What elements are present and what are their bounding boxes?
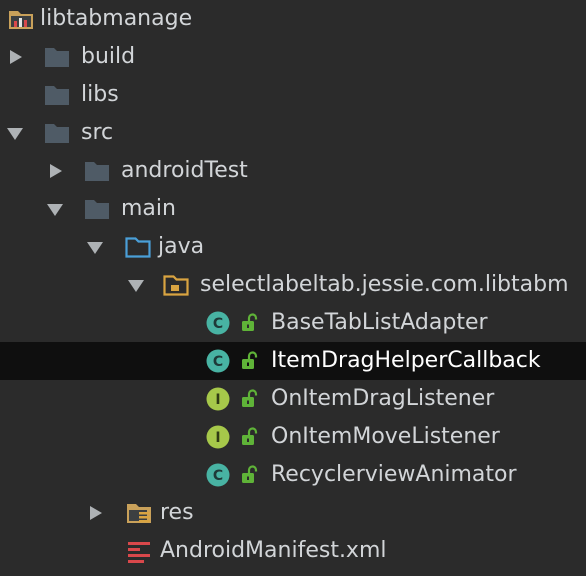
source-folder-icon <box>125 237 151 258</box>
folder-icon <box>85 162 109 181</box>
tree-row-class[interactable]: C RecyclerviewAnimator <box>0 456 586 494</box>
tree-row-libs[interactable]: libs <box>0 76 586 114</box>
module-folder-icon <box>9 11 33 29</box>
tree-row-class[interactable]: C BaseTabListAdapter <box>0 304 586 342</box>
tree-row-androidtest[interactable]: androidTest <box>0 152 586 190</box>
tree-row-main[interactable]: main <box>0 190 586 228</box>
unlock-icon <box>242 313 258 331</box>
chevron-right-icon[interactable] <box>47 163 65 179</box>
resources-folder-icon <box>127 504 151 523</box>
chevron-down-icon[interactable] <box>127 277 145 293</box>
class-icon: C <box>206 311 230 335</box>
tree-label: build <box>81 44 136 69</box>
svg-text:C: C <box>213 316 223 332</box>
svg-text:I: I <box>215 392 220 408</box>
folder-icon <box>85 200 109 219</box>
tree-label: src <box>81 120 114 145</box>
chevron-right-icon[interactable] <box>87 505 105 521</box>
tree-row-java[interactable]: java <box>0 228 586 266</box>
manifest-icon <box>128 542 150 563</box>
tree-label: res <box>160 500 194 525</box>
class-icon: C <box>206 463 230 487</box>
tree-row-interface[interactable]: I OnItemMoveListener <box>0 418 586 456</box>
tree-row-package[interactable]: selectlabeltab.jessie.com.libtabm <box>0 266 586 304</box>
svg-text:C: C <box>213 354 223 370</box>
unlock-icon <box>242 465 258 483</box>
tree-label: BaseTabListAdapter <box>271 310 488 335</box>
tree-label: OnItemMoveListener <box>271 424 500 449</box>
unlock-icon <box>242 351 258 369</box>
tree-label: ItemDragHelperCallback <box>271 348 541 373</box>
tree-label: java <box>158 234 205 259</box>
chevron-down-icon[interactable] <box>46 201 64 217</box>
tree-row-res[interactable]: res <box>0 494 586 532</box>
svg-text:C: C <box>213 468 223 484</box>
chevron-down-icon[interactable] <box>6 125 24 141</box>
chevron-right-icon[interactable] <box>7 49 25 65</box>
class-icon: C <box>206 349 230 373</box>
unlock-icon <box>242 389 258 407</box>
folder-icon <box>45 124 69 143</box>
tree-row-interface[interactable]: I OnItemDragListener <box>0 380 586 418</box>
tree-row-class-selected[interactable]: C ItemDragHelperCallback <box>0 342 586 380</box>
chevron-down-icon[interactable] <box>86 239 104 255</box>
tree-row-build[interactable]: build <box>0 38 586 76</box>
tree-label: libs <box>81 82 119 107</box>
svg-text:I: I <box>215 430 220 446</box>
folder-icon <box>45 86 69 105</box>
interface-icon: I <box>206 425 230 449</box>
tree-label: OnItemDragListener <box>271 386 495 411</box>
folder-icon <box>45 48 69 67</box>
interface-icon: I <box>206 387 230 411</box>
unlock-icon <box>242 427 258 445</box>
tree-label: main <box>121 196 176 221</box>
tree-row-manifest[interactable]: AndroidManifest.xml <box>0 532 586 570</box>
tree-label: libtabmanage <box>40 6 193 31</box>
tree-label: RecyclerviewAnimator <box>271 462 517 487</box>
tree-label: AndroidManifest.xml <box>160 538 387 563</box>
package-icon <box>163 275 189 296</box>
tree-row-src[interactable]: src <box>0 114 586 152</box>
tree-label: selectlabeltab.jessie.com.libtabm <box>200 272 569 297</box>
tree-label: androidTest <box>121 158 248 183</box>
tree-row-libtabmanage[interactable]: libtabmanage <box>0 0 586 38</box>
project-tree: libtabmanage build libs src androidTest … <box>0 0 586 576</box>
